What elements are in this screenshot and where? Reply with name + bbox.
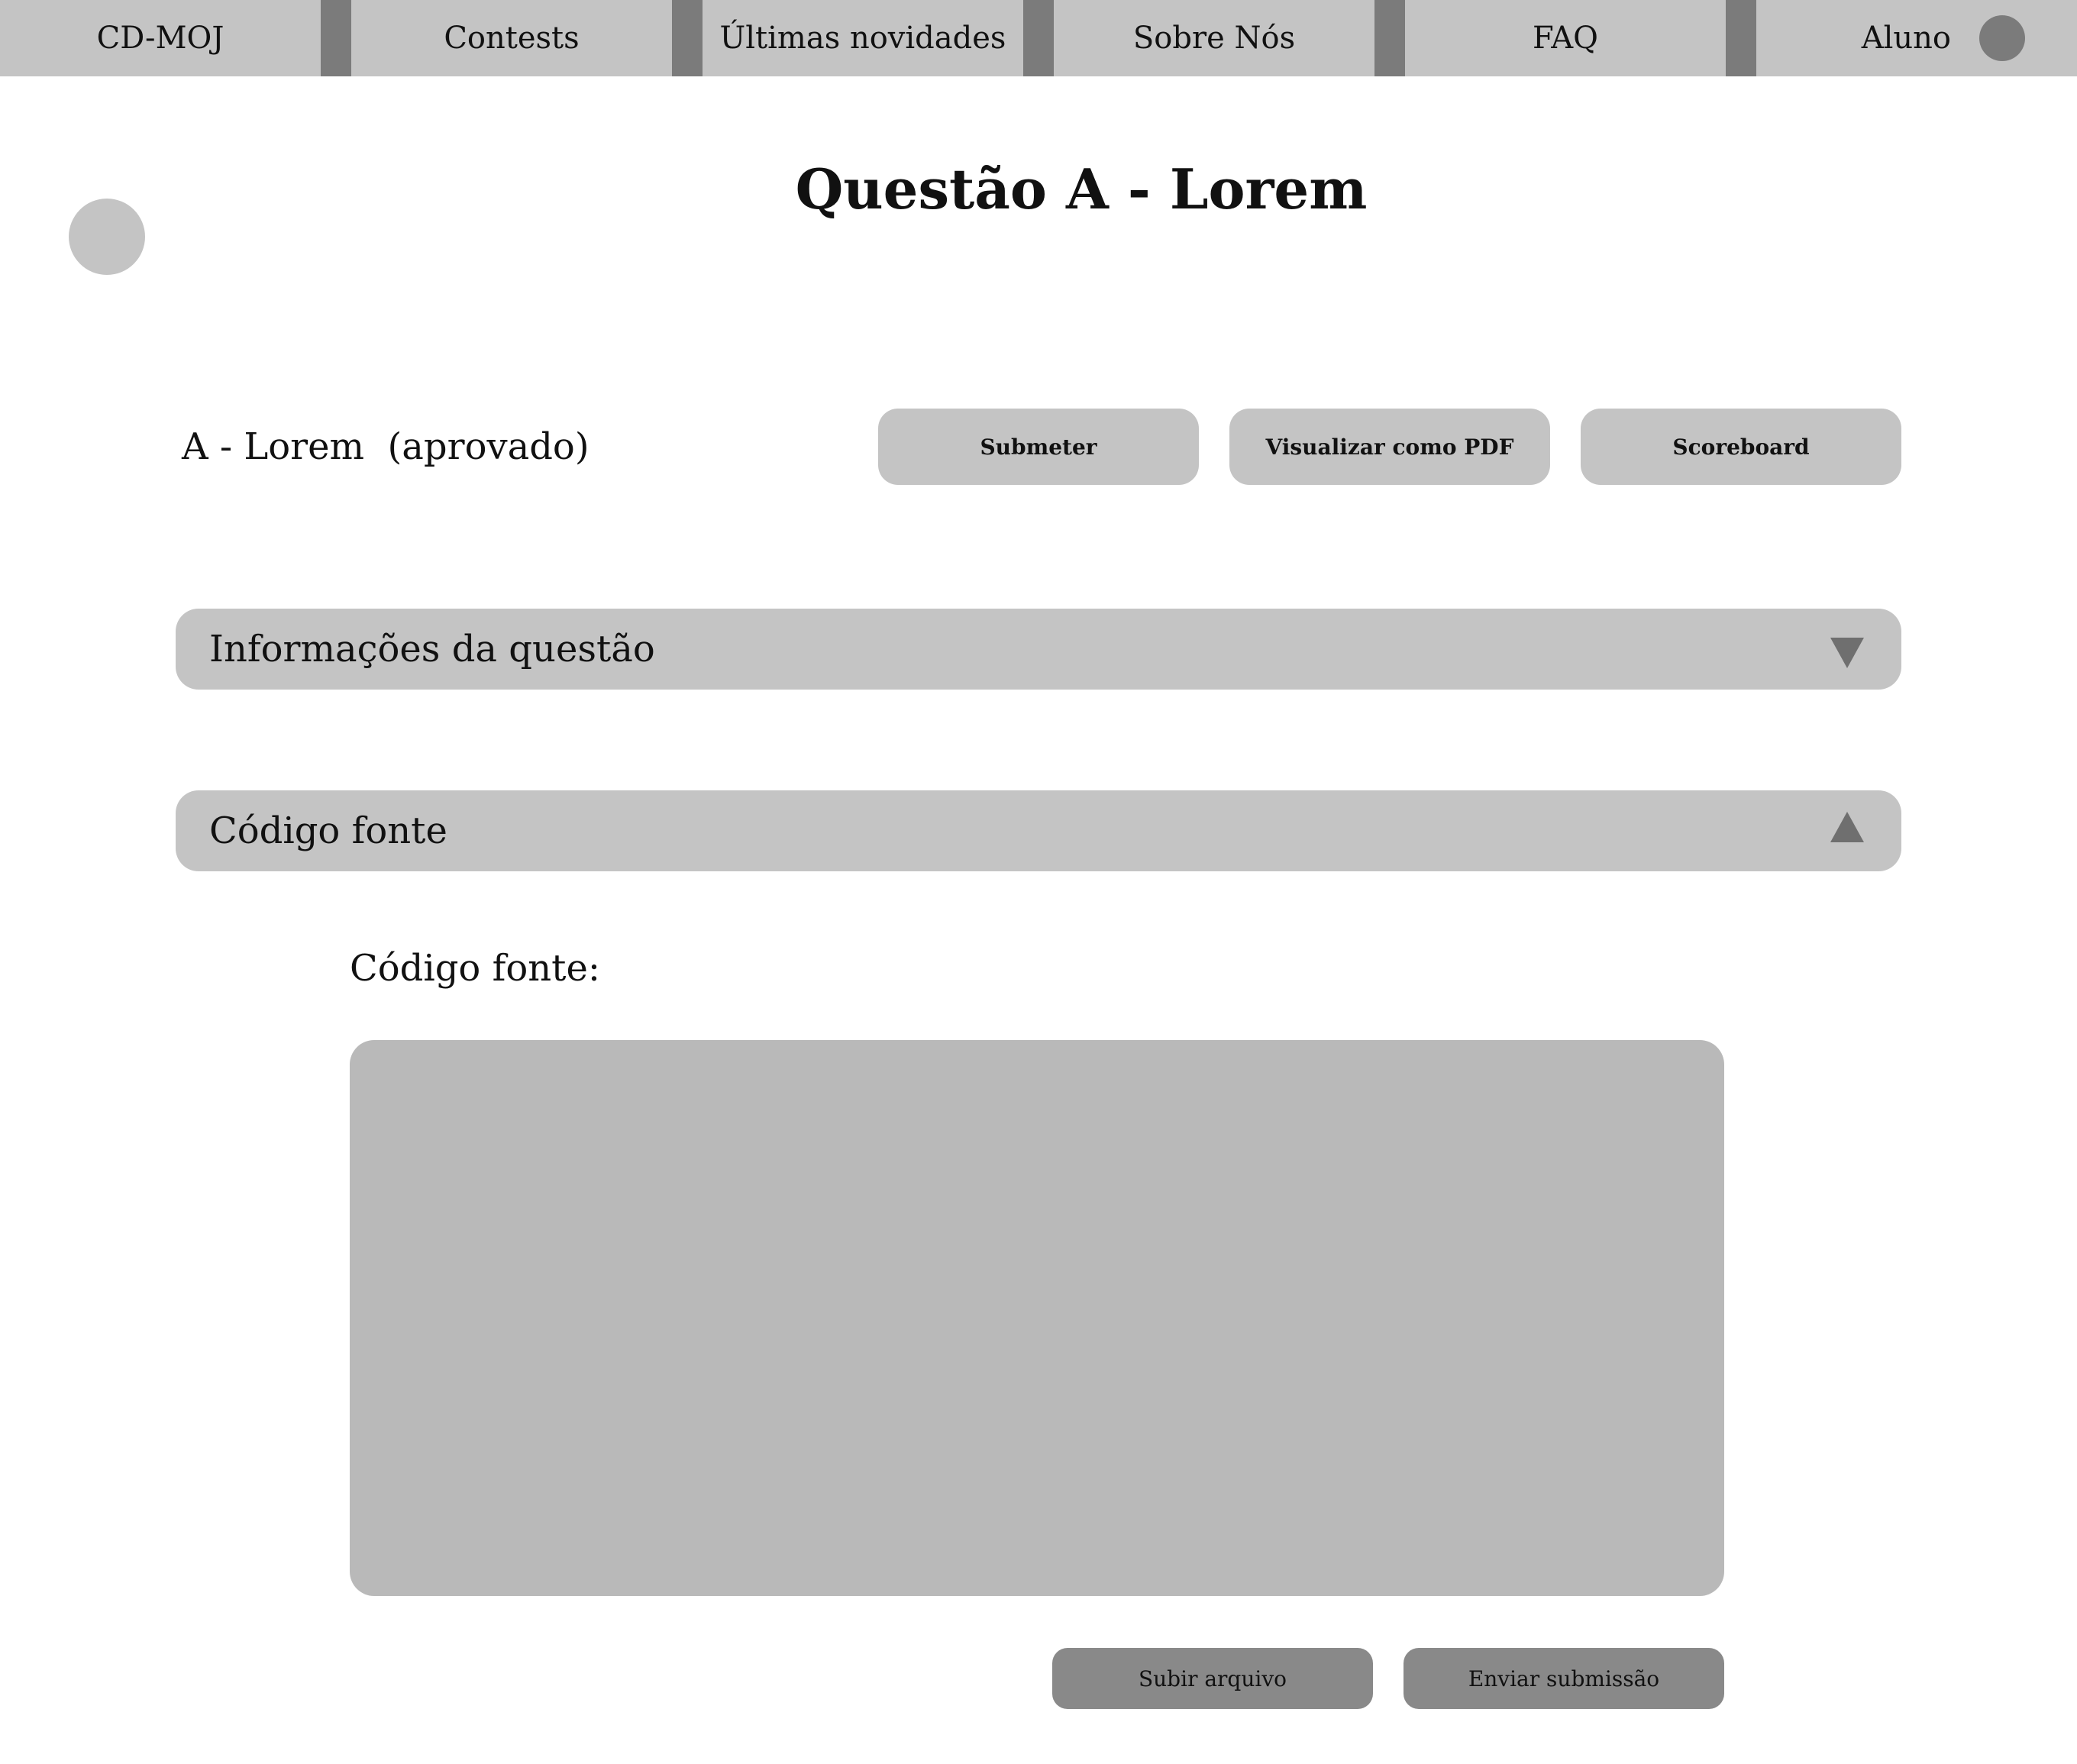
page-title: Questão A - Lorem (795, 157, 1368, 221)
chevron-down-icon (1830, 638, 1864, 668)
nav-item-label: Sobre Nós (1132, 21, 1296, 56)
avatar[interactable] (1979, 15, 2025, 61)
submit-button[interactable]: Submeter (878, 409, 1199, 485)
nav-item-label: Últimas novidades (719, 21, 1006, 56)
view-pdf-button[interactable]: Visualizar como PDF (1229, 409, 1550, 485)
user-label: Aluno (1861, 21, 1951, 56)
problem-name: A - Lorem (aprovado) (182, 425, 590, 468)
accordion-label: Informações da questão (209, 628, 655, 670)
nav-item-contests[interactable]: Contests (351, 0, 672, 76)
nav-item-label: CD-MOJ (96, 21, 224, 56)
nav-item-label: FAQ (1533, 21, 1598, 56)
source-code-input[interactable] (350, 1040, 1724, 1596)
nav-item-cd-moj[interactable]: CD-MOJ (0, 0, 321, 76)
nav-item-about-us[interactable]: Sobre Nós (1054, 0, 1374, 76)
upload-file-button[interactable]: Subir arquivo (1052, 1648, 1373, 1709)
accordion-source-code[interactable]: Código fonte (176, 790, 1901, 871)
nav-item-latest-news[interactable]: Últimas novidades (703, 0, 1023, 76)
send-submission-button[interactable]: Enviar submissão (1404, 1648, 1724, 1709)
scoreboard-button[interactable]: Scoreboard (1581, 409, 1901, 485)
accordion-label: Código fonte (209, 809, 447, 852)
accordion-problem-info[interactable]: Informações da questão (176, 609, 1901, 690)
chevron-up-icon (1830, 812, 1864, 842)
top-nav: CD-MOJ Contests Últimas novidades Sobre … (0, 0, 2077, 76)
nav-item-faq[interactable]: FAQ (1405, 0, 1726, 76)
source-code-label: Código fonte: (350, 947, 601, 990)
user-menu[interactable]: Aluno (1756, 0, 2077, 76)
nav-item-label: Contests (444, 21, 580, 56)
